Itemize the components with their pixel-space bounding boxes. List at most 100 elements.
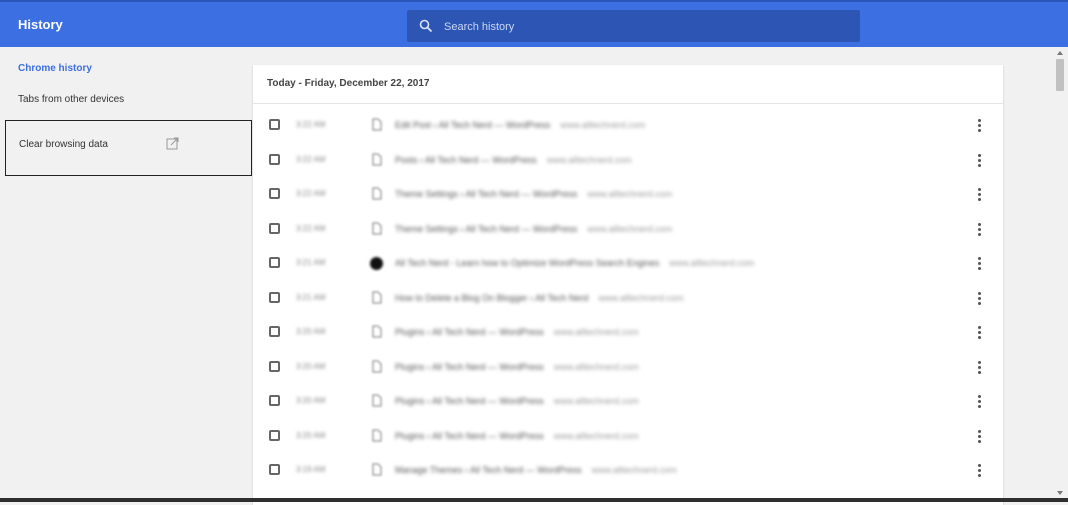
page-favicon-icon xyxy=(372,118,382,131)
page-title-text: Plugins ‹ All Tech Nerd — WordPress xyxy=(395,430,544,441)
page-domain: www.alltechnerd.com xyxy=(587,223,673,234)
page-title-text: Edit Post ‹ All Tech Nerd — WordPress xyxy=(395,120,551,130)
row-checkbox[interactable] xyxy=(269,360,280,372)
more-actions-icon[interactable] xyxy=(971,187,987,203)
page-title-link[interactable]: Posts ‹ All Tech Nerd — WordPress www.all… xyxy=(395,155,632,165)
page-title-text: Plugins ‹ All Tech Nerd — WordPress xyxy=(395,396,544,406)
history-row[interactable]: 3:22 AM Edit Post ‹ All Tech Nerd — WordP… xyxy=(253,109,1003,143)
row-checkbox[interactable] xyxy=(269,395,280,406)
more-actions-icon[interactable] xyxy=(971,394,987,410)
clear-browsing-data-button[interactable]: Clear browsing data xyxy=(5,120,252,176)
row-checkbox[interactable] xyxy=(269,291,280,303)
page-title-text: Plugins ‹ All Tech Nerd — WordPress xyxy=(395,361,544,372)
more-actions-icon[interactable] xyxy=(971,118,987,134)
page-domain: www.alltechnerd.com xyxy=(560,120,646,130)
history-row[interactable]: 3:22 AM Theme Settings ‹ All Tech Nerd — … xyxy=(253,213,1003,247)
page-title-text: How to Delete a Blog On Blogger ‹ All Te… xyxy=(395,292,589,303)
page-favicon-icon xyxy=(372,291,382,303)
history-card: Today - Friday, December 22, 2017 3:22 A… xyxy=(253,65,1003,505)
page-title-text: Plugins ‹ All Tech Nerd — WordPress xyxy=(395,327,544,337)
clear-browsing-data-label: Clear browsing data xyxy=(19,139,108,150)
page-favicon-icon xyxy=(372,463,382,476)
sidebar-item-tabs-other-devices[interactable]: Tabs from other devices xyxy=(18,94,124,105)
row-checkbox[interactable] xyxy=(269,464,280,475)
page-title-link[interactable]: Plugins ‹ All Tech Nerd — WordPress www.a… xyxy=(395,431,639,441)
page-favicon-icon xyxy=(372,325,382,338)
page-title-text: Posts ‹ All Tech Nerd — WordPress xyxy=(395,154,537,165)
external-link-icon xyxy=(166,137,179,150)
page-title-link[interactable]: Plugins ‹ All Tech Nerd — WordPress www.a… xyxy=(395,327,639,337)
page-title-link[interactable]: Edit Post ‹ All Tech Nerd — WordPress www… xyxy=(395,120,645,130)
history-row[interactable]: 3:21 AM How to Delete a Blog On Blogger ‹… xyxy=(253,282,1003,316)
sidebar: Chrome history Tabs from other devices C… xyxy=(0,47,253,502)
page-domain: www.alltechnerd.com xyxy=(591,465,677,475)
app-title: History xyxy=(18,17,63,32)
row-checkbox[interactable] xyxy=(269,326,280,337)
history-row[interactable]: 3:22 AM Theme Settings ‹ All Tech Nerd — … xyxy=(253,178,1003,212)
more-actions-icon[interactable] xyxy=(971,429,987,445)
page-favicon-icon xyxy=(372,187,382,200)
history-row[interactable]: 3:19 AM Manage Themes ‹ All Tech Nerd — W… xyxy=(253,454,1003,488)
page-title-link[interactable]: Theme Settings ‹ All Tech Nerd — WordPre… xyxy=(395,224,672,234)
more-actions-icon[interactable] xyxy=(971,463,987,479)
search-box[interactable] xyxy=(407,10,860,42)
scrollbar[interactable] xyxy=(1052,47,1068,502)
history-row[interactable]: 3:22 AM Posts ‹ All Tech Nerd — WordPress… xyxy=(253,144,1003,178)
history-row[interactable]: 3:21 AM All Tech Nerd - Learn how to Opti… xyxy=(253,247,1003,281)
visit-time: 3:20 AM xyxy=(296,430,326,440)
site-favicon-icon xyxy=(370,257,383,270)
visit-time: 3:22 AM xyxy=(296,120,326,129)
page-favicon-icon xyxy=(372,360,382,372)
page-title-link[interactable]: Plugins ‹ All Tech Nerd — WordPress www.a… xyxy=(395,396,639,406)
row-checkbox[interactable] xyxy=(269,429,280,441)
page-title-link[interactable]: Plugins ‹ All Tech Nerd — WordPress www.a… xyxy=(395,362,639,372)
page-favicon-icon xyxy=(372,222,382,234)
page-domain: www.alltechnerd.com xyxy=(553,430,639,441)
page-favicon-icon xyxy=(372,153,382,165)
more-actions-icon[interactable] xyxy=(971,325,987,341)
visit-time: 3:22 AM xyxy=(296,154,326,164)
page-title-text: Theme Settings ‹ All Tech Nerd — WordPre… xyxy=(395,189,578,199)
row-checkbox[interactable] xyxy=(269,119,280,130)
page-domain: www.alltechnerd.com xyxy=(587,189,673,199)
more-actions-icon[interactable] xyxy=(971,256,987,272)
history-row[interactable]: 3:20 AM Plugins ‹ All Tech Nerd — WordPre… xyxy=(253,385,1003,419)
more-actions-icon[interactable] xyxy=(971,360,987,376)
row-checkbox[interactable] xyxy=(269,222,280,234)
scroll-thumb[interactable] xyxy=(1056,59,1064,91)
card-header: Today - Friday, December 22, 2017 xyxy=(253,65,1003,104)
page-title-text: All Tech Nerd - Learn how to Optimize Wo… xyxy=(395,258,660,268)
page-domain: www.alltechnerd.com xyxy=(669,258,755,268)
sidebar-item-chrome-history[interactable]: Chrome history xyxy=(18,63,92,74)
search-input[interactable] xyxy=(442,16,846,38)
page-title-link[interactable]: Theme Settings ‹ All Tech Nerd — WordPre… xyxy=(395,189,672,199)
history-row[interactable]: 3:20 AM Plugins ‹ All Tech Nerd — WordPre… xyxy=(253,420,1003,454)
page-title-link[interactable]: How to Delete a Blog On Blogger ‹ All Te… xyxy=(395,293,683,303)
more-actions-icon[interactable] xyxy=(971,291,987,307)
history-row[interactable]: 3:20 AM Plugins ‹ All Tech Nerd — WordPre… xyxy=(253,351,1003,385)
more-actions-icon[interactable] xyxy=(971,222,987,238)
date-header: Today - Friday, December 22, 2017 xyxy=(267,78,430,89)
visit-time: 3:22 AM xyxy=(296,189,326,198)
row-checkbox[interactable] xyxy=(269,188,280,199)
page-title-text: Manage Themes ‹ All Tech Nerd — WordPres… xyxy=(395,465,582,475)
page-domain: www.alltechnerd.com xyxy=(553,361,639,372)
page-favicon-icon xyxy=(372,394,382,407)
visit-time: 3:19 AM xyxy=(296,465,326,474)
page-title-link[interactable]: All Tech Nerd - Learn how to Optimize Wo… xyxy=(395,258,754,268)
page-domain: www.alltechnerd.com xyxy=(546,154,632,165)
page-favicon-icon xyxy=(372,429,382,441)
visit-time: 3:22 AM xyxy=(296,223,326,233)
scroll-up-arrow-icon[interactable] xyxy=(1057,51,1063,55)
search-icon[interactable] xyxy=(418,18,434,34)
row-checkbox[interactable] xyxy=(269,153,280,165)
visit-time: 3:21 AM xyxy=(296,258,326,267)
scroll-down-arrow-icon[interactable] xyxy=(1057,491,1063,495)
history-row[interactable]: 3:20 AM Plugins ‹ All Tech Nerd — WordPre… xyxy=(253,316,1003,350)
page-domain: www.alltechnerd.com xyxy=(553,327,639,337)
row-checkbox[interactable] xyxy=(269,257,280,268)
visit-time: 3:20 AM xyxy=(296,396,326,405)
page-title-link[interactable]: Manage Themes ‹ All Tech Nerd — WordPres… xyxy=(395,465,677,475)
more-actions-icon[interactable] xyxy=(971,153,987,169)
page-domain: www.alltechnerd.com xyxy=(598,292,684,303)
